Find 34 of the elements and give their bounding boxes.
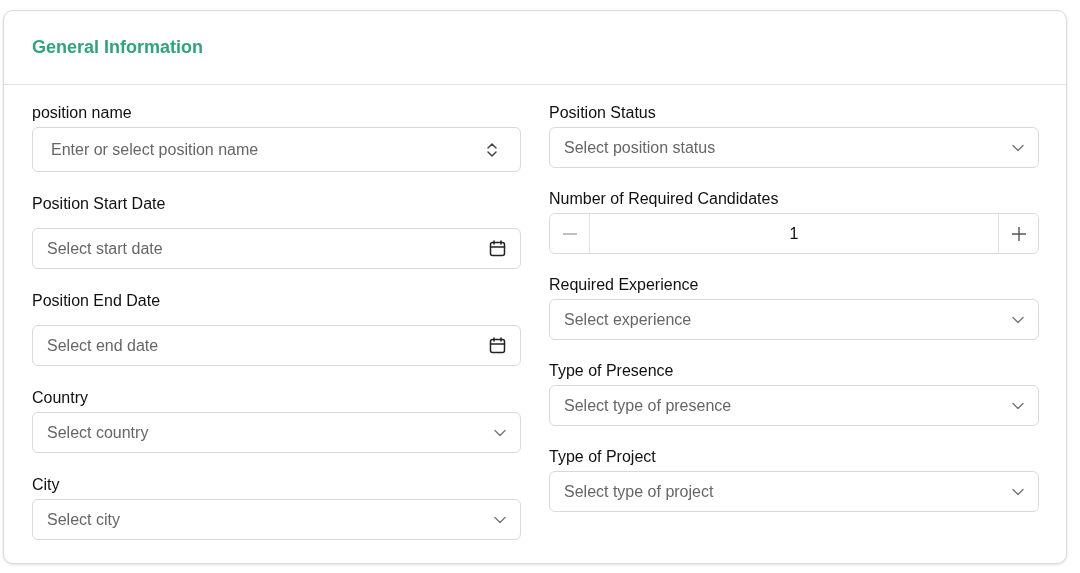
select-field[interactable]: Select type of presence xyxy=(549,385,1039,426)
chevron-down-icon xyxy=(1012,143,1024,152)
increment-button[interactable] xyxy=(998,214,1038,253)
select-field[interactable]: Select position status xyxy=(549,127,1039,168)
field-label: Position Status xyxy=(549,103,657,123)
combobox-field[interactable]: Enter or select position name xyxy=(32,127,521,172)
date-field[interactable]: Select start date xyxy=(32,228,521,269)
chevron-down-icon xyxy=(494,515,506,524)
field-label: Country xyxy=(32,388,90,408)
chevron-down-icon xyxy=(1012,315,1024,324)
field-label: Required Experience xyxy=(549,275,700,295)
field-label: Type of Presence xyxy=(549,361,675,381)
field-label: City xyxy=(32,475,61,495)
field-label: Number of Required Candidates xyxy=(549,189,780,209)
section-title: General Information xyxy=(32,37,204,58)
field-label: Position End Date xyxy=(32,291,162,311)
calendar-icon xyxy=(489,240,506,257)
stepper-value: 1 xyxy=(789,224,799,243)
chevron-up-down-icon xyxy=(486,141,498,158)
field-label: Type of Project xyxy=(549,447,657,467)
chevron-down-icon xyxy=(1012,401,1024,410)
field-label: Position Start Date xyxy=(32,194,167,214)
date-field[interactable]: Select end date xyxy=(32,325,521,366)
select-field[interactable]: Select experience xyxy=(549,299,1039,340)
chevron-down-icon xyxy=(1012,487,1024,496)
select-field[interactable]: Select country xyxy=(32,412,521,453)
chevron-down-icon xyxy=(494,428,506,437)
plus-icon xyxy=(1011,226,1026,241)
minus-icon xyxy=(562,232,577,235)
select-field[interactable]: Select type of project xyxy=(549,471,1039,512)
field-label: position name xyxy=(32,103,133,123)
select-field[interactable]: Select city xyxy=(32,499,521,540)
calendar-icon xyxy=(489,337,506,354)
number-stepper[interactable]: 1 xyxy=(549,213,1039,254)
